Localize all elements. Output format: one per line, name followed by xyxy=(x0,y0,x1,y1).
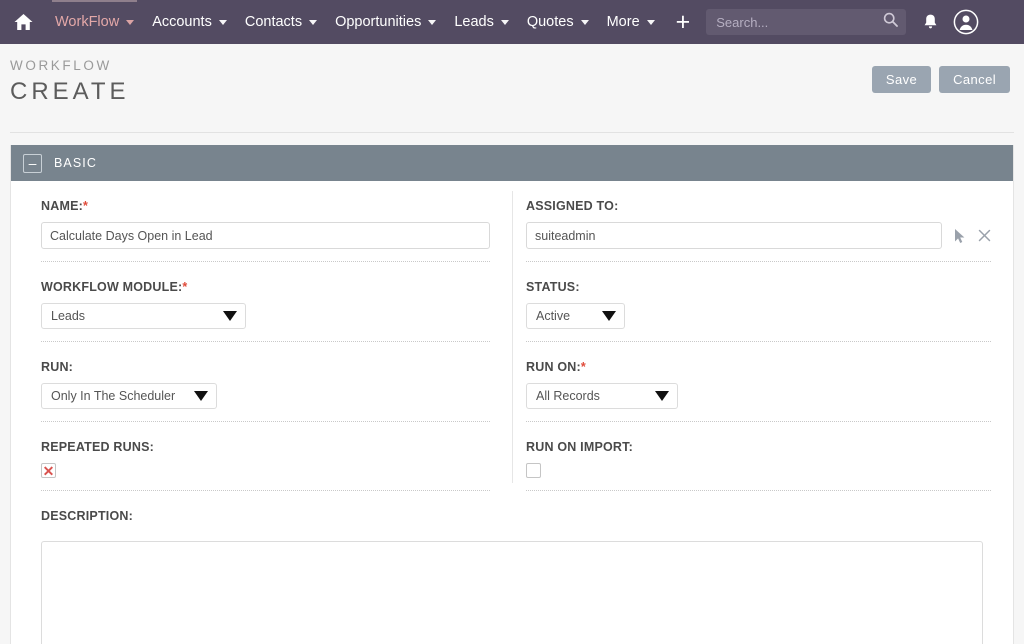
module-header: WORKFLOW CREATE Save Cancel xyxy=(0,44,1024,122)
field-workflow-module: WORKFLOW MODULE:* Leads xyxy=(41,262,490,342)
header-divider xyxy=(10,132,1014,133)
nav-item-leads[interactable]: Leads xyxy=(445,0,518,44)
chevron-down-icon xyxy=(194,391,208,401)
collapse-toggle-icon[interactable]: – xyxy=(23,153,42,173)
quick-create-plus-icon[interactable]: + xyxy=(664,9,701,35)
top-navigation-bar: WorkFlow Accounts Contacts Opportunities… xyxy=(0,0,1024,44)
arrow-pointer-icon[interactable] xyxy=(953,228,967,244)
page-title: CREATE xyxy=(10,78,130,105)
nav-item-label: More xyxy=(606,14,640,30)
field-status: STATUS: Active xyxy=(526,262,991,342)
field-label-description: DESCRIPTION: xyxy=(41,509,133,523)
chevron-down-icon xyxy=(655,391,669,401)
breadcrumb-module-name: WORKFLOW xyxy=(10,58,112,73)
repeated-runs-checkbox[interactable]: ✕ xyxy=(41,463,56,478)
nav-item-label: Leads xyxy=(454,14,494,30)
chevron-down-icon xyxy=(218,19,227,25)
basic-panel-header[interactable]: – BASIC xyxy=(11,145,1013,181)
nav-item-more[interactable]: More xyxy=(598,0,664,44)
field-label-name: NAME:* xyxy=(41,199,490,213)
form-column-right: ASSIGNED TO: suiteadmin STATUS: Active R… xyxy=(512,181,1013,491)
nav-item-contacts[interactable]: Contacts xyxy=(236,0,326,44)
bell-icon[interactable] xyxy=(922,13,939,31)
save-button[interactable]: Save xyxy=(871,66,932,93)
run-on-import-checkbox[interactable] xyxy=(526,463,541,478)
required-marker: * xyxy=(182,280,188,294)
label-text: WORKFLOW MODULE: xyxy=(41,280,183,294)
field-run-on-import: RUN ON IMPORT: xyxy=(526,422,991,491)
label-text: NAME: xyxy=(41,199,83,213)
field-description: DESCRIPTION: xyxy=(11,491,1013,644)
assigned-to-row xyxy=(526,222,991,249)
chevron-down-icon xyxy=(309,19,318,25)
required-marker: * xyxy=(580,360,586,374)
basic-panel: – BASIC NAME:* WORKFLOW MODULE:* Leads xyxy=(10,145,1014,644)
cancel-button[interactable]: Cancel xyxy=(939,66,1010,93)
search-container xyxy=(706,9,907,35)
selected-value: Leads xyxy=(51,309,86,323)
description-textarea[interactable] xyxy=(41,541,983,644)
chevron-down-icon xyxy=(500,19,509,25)
field-label-status: STATUS: xyxy=(526,280,580,294)
chevron-down-icon xyxy=(428,19,437,25)
name-input[interactable] xyxy=(41,222,490,249)
checkbox-x-icon: ✕ xyxy=(42,462,55,479)
workflow-module-select[interactable]: Leads xyxy=(41,303,246,329)
required-marker: * xyxy=(82,199,89,213)
status-select[interactable]: Active xyxy=(526,303,625,329)
nav-item-quotes[interactable]: Quotes xyxy=(518,0,598,44)
chevron-down-icon xyxy=(126,19,135,25)
clear-x-icon[interactable] xyxy=(978,229,991,242)
nav-item-label: Quotes xyxy=(526,14,574,30)
selected-value: Only In The Scheduler xyxy=(51,389,176,403)
field-run: RUN: Only In The Scheduler xyxy=(41,342,490,422)
chevron-down-icon xyxy=(646,19,655,25)
assigned-to-input[interactable] xyxy=(526,222,942,249)
user-avatar-icon[interactable] xyxy=(953,9,979,35)
action-buttons: Save Cancel xyxy=(871,66,1010,93)
run-select[interactable]: Only In The Scheduler xyxy=(41,383,217,409)
nav-item-workflow[interactable]: WorkFlow xyxy=(46,0,143,44)
form-column-left: NAME:* WORKFLOW MODULE:* Leads RUN: Only… xyxy=(11,181,512,491)
nav-item-label: Opportunities xyxy=(335,14,422,30)
field-assigned-to: ASSIGNED TO: xyxy=(526,181,991,262)
nav-item-opportunities[interactable]: Opportunities xyxy=(326,0,445,44)
nav-item-accounts[interactable]: Accounts xyxy=(143,0,236,44)
field-label-repeated-runs: REPEATED RUNS: xyxy=(41,440,154,454)
run-on-select[interactable]: All Records xyxy=(526,383,678,409)
field-name: NAME:* xyxy=(41,181,490,262)
chevron-down-icon xyxy=(580,19,589,25)
field-label-assigned-to: ASSIGNED TO: xyxy=(526,199,619,213)
panel-title: BASIC xyxy=(54,156,98,170)
search-input[interactable] xyxy=(706,9,907,35)
column-divider xyxy=(512,191,513,483)
form-grid: NAME:* WORKFLOW MODULE:* Leads RUN: Only… xyxy=(11,181,1013,491)
nav-item-label: Accounts xyxy=(152,14,212,30)
home-icon[interactable] xyxy=(0,0,46,44)
field-label-run-on-import: RUN ON IMPORT: xyxy=(526,440,633,454)
chevron-down-icon xyxy=(223,311,237,321)
nav-item-label: Contacts xyxy=(244,14,303,30)
chevron-down-icon xyxy=(602,311,616,321)
field-label-workflow-module: WORKFLOW MODULE:* xyxy=(41,280,490,294)
selected-value: Active xyxy=(536,309,571,323)
field-label-run: RUN: xyxy=(41,360,74,374)
selected-value: All Records xyxy=(536,389,600,403)
field-repeated-runs: REPEATED RUNS: ✕ xyxy=(41,422,490,491)
field-label-run-on: RUN ON:* xyxy=(526,360,991,374)
field-run-on: RUN ON:* All Records xyxy=(526,342,991,422)
label-text: RUN ON: xyxy=(526,360,581,374)
nav-item-label: WorkFlow xyxy=(55,14,120,30)
